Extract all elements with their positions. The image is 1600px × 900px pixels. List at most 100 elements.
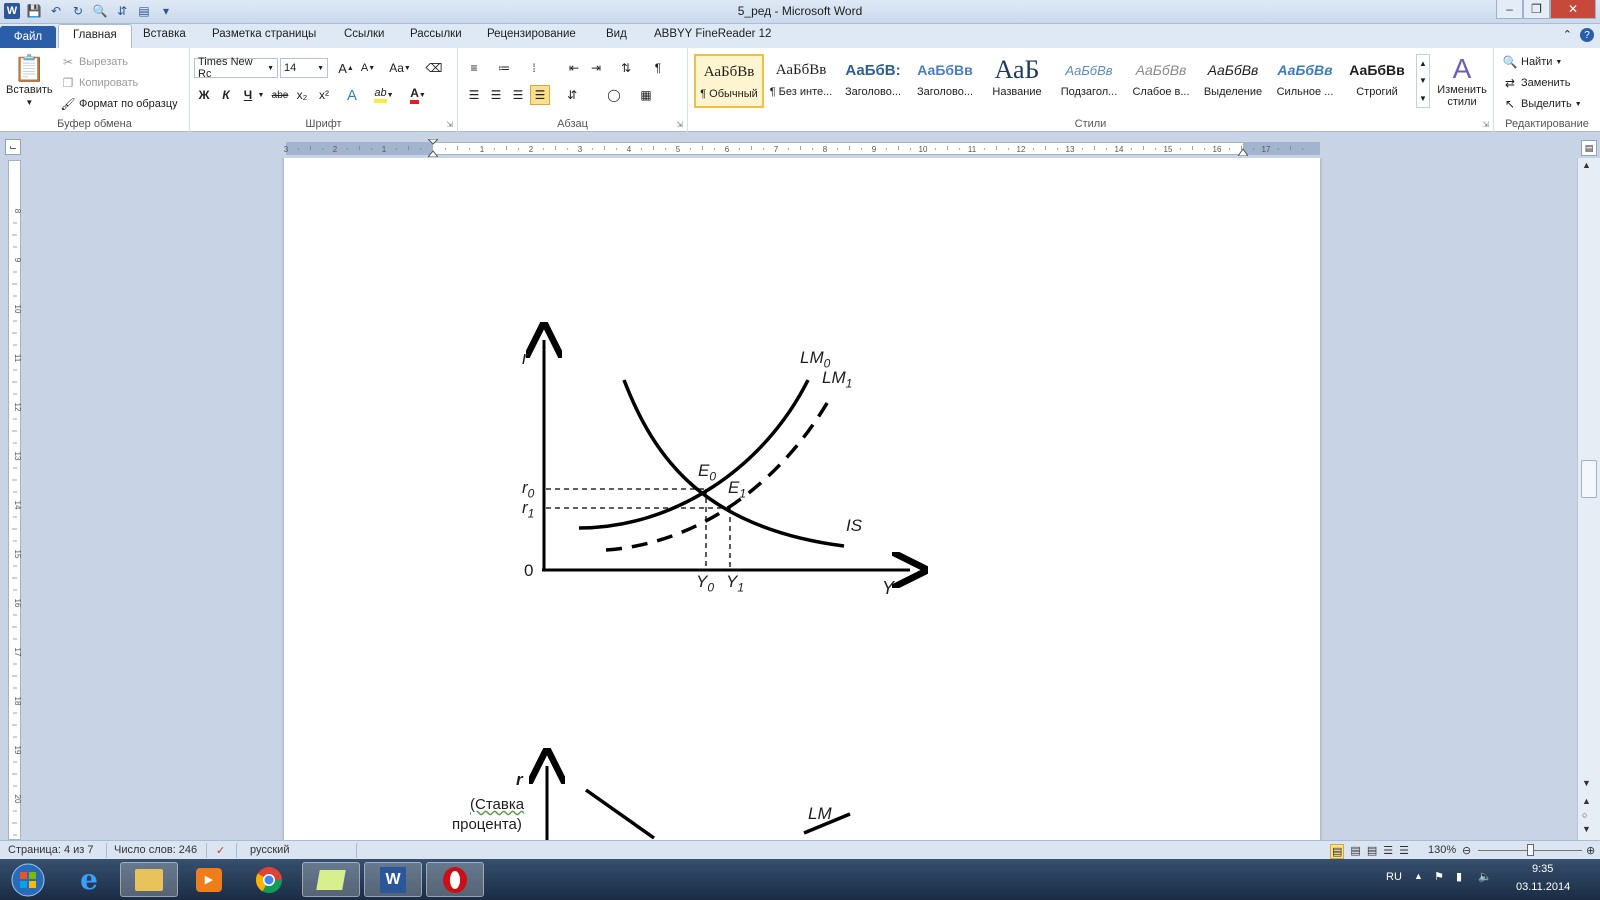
word-count[interactable]: Число слов: 246 [114,844,197,856]
draft-icon[interactable]: ☰ [1399,844,1409,859]
chevron-up-icon[interactable]: ▲ [1419,59,1427,68]
align-center-icon[interactable]: ☰ [486,85,506,105]
style-emphasis[interactable]: АаБбВв Выделение [1198,54,1268,108]
language-indicator[interactable]: русский [250,844,289,856]
bold-button[interactable]: Ж [194,85,214,105]
minimize-button[interactable]: – [1496,0,1523,19]
tab-references[interactable]: Ссылки [344,28,385,40]
zoom-out-icon[interactable]: ⊖ [1462,844,1471,857]
copy-button[interactable]: ❐ Копировать [60,75,139,91]
close-button[interactable]: ✕ [1550,0,1596,19]
style-heading-1[interactable]: АаБбВ: Заголово... [838,54,908,108]
browse-object-icon[interactable]: ○ [1582,810,1587,820]
zoom-slider-knob[interactable] [1527,844,1534,856]
tab-mailings[interactable]: Рассылки [410,28,462,40]
tab-abbyy[interactable]: ABBYY FineReader 12 [654,28,771,40]
scroll-up-icon[interactable]: ▲ [1582,160,1591,170]
vertical-scrollbar[interactable]: ▲ ▼ ▲ ○ ▼ [1577,158,1600,840]
multilevel-list-icon[interactable]: ⁞ [524,58,544,78]
language-tray[interactable]: RU [1386,871,1402,883]
view-ruler-icon[interactable]: ▤ [1581,140,1597,156]
tab-page-layout[interactable]: Разметка страницы [212,28,316,40]
font-color-icon[interactable]: A ▼ [404,85,432,105]
ie-icon[interactable]: e [60,862,118,897]
dialog-launcher-icon[interactable]: ⇲ [1482,120,1489,129]
text-effects-icon[interactable]: A [342,85,362,105]
dialog-launcher-icon[interactable]: ⇲ [446,120,453,129]
change-case-button[interactable]: Aa ▼ [386,58,414,78]
full-screen-icon[interactable]: ▤ [1350,844,1360,859]
tray-expand-icon[interactable]: ▲ [1414,871,1423,881]
next-page-icon[interactable]: ▼ [1582,824,1591,834]
align-right-icon[interactable]: ☰ [508,85,528,105]
zoom-in-icon[interactable]: ⊕ [1586,844,1595,857]
subscript-button[interactable]: x₂ [292,85,312,105]
minimize-ribbon-icon[interactable]: ⌃ [1563,28,1572,42]
indent-marker[interactable] [426,138,440,158]
pilcrow-icon[interactable]: ¶ [648,58,668,78]
explorer-icon[interactable] [120,862,178,897]
scroll-down-icon[interactable]: ▼ [1582,778,1591,788]
tab-view[interactable]: Вид [606,28,627,40]
style-no-spacing[interactable]: АаБбВв ¶ Без инте... [766,54,836,108]
clock-time[interactable]: 9:35 [1532,863,1553,875]
dialog-launcher-icon[interactable]: ⇲ [676,120,683,129]
increase-indent-icon[interactable]: ⇥ [586,58,606,78]
chevron-down-icon[interactable]: ▼ [1419,76,1427,85]
tab-file[interactable]: Файл [0,26,56,48]
tab-selector-icon[interactable]: ⌙ [5,139,21,155]
chrome-icon[interactable] [240,862,298,897]
vertical-ruler[interactable]: 8910111213141516171819202122 [8,160,22,840]
decrease-indent-icon[interactable]: ⇤ [564,58,584,78]
style-strong[interactable]: АаБбВв Строгий [1342,54,1412,108]
align-left-icon[interactable]: ☰ [464,85,484,105]
spellcheck-icon[interactable]: ✓ [216,844,225,857]
style-intense-emphasis[interactable]: АаБбВв Сильное ... [1270,54,1340,108]
cut-button[interactable]: ✂ Вырезать [60,54,128,70]
outline-icon[interactable]: ☰ [1383,844,1393,859]
help-icon[interactable]: ? [1580,28,1594,42]
right-indent-marker[interactable] [1237,146,1249,157]
clock-date[interactable]: 03.11.2014 [1516,881,1570,893]
strikethrough-button[interactable]: abe [270,85,290,105]
font-family-select[interactable]: Times New Rc ▼ [194,56,278,80]
document-page[interactable]: r Y 0 LM0 LM1 IS E0 E1 r0 r1 Y0 Y1 r (Ст… [284,158,1320,840]
media-player-icon[interactable]: ▶ [180,862,238,897]
highlight-icon[interactable]: ab ▼ [370,85,398,105]
replace-button[interactable]: ⇄ Заменить [1502,75,1570,91]
start-button[interactable] [2,862,54,897]
network-icon[interactable]: ▮ [1456,870,1462,883]
print-layout-icon[interactable]: ▤ [1330,844,1345,859]
style-title[interactable]: АаБ Название [982,54,1052,108]
paste-button[interactable]: 📋 Вставить ▼ [6,54,53,107]
grow-font-button[interactable]: A ▲ [336,58,356,78]
italic-button[interactable]: К [216,85,236,105]
horizontal-ruler[interactable]: 3 2 1 1 2 3 4 5 6 7 8 9 10 11 12 13 14 15 16 17 [0,132,1600,158]
clear-formatting-icon[interactable]: ⌫ [424,58,444,78]
tab-review[interactable]: Рецензирование [487,28,576,40]
underline-button[interactable]: Ч [238,85,258,105]
tab-insert[interactable]: Вставка [143,28,186,40]
styles-scroll[interactable]: ▲ ▼ ▼ [1416,54,1430,108]
justify-icon[interactable]: ☰ [530,85,550,105]
style-normal[interactable]: АаБбВв ¶ Обычный [694,54,764,108]
web-layout-icon[interactable]: ▤ [1367,844,1377,859]
document-area[interactable]: r Y 0 LM0 LM1 IS E0 E1 r0 r1 Y0 Y1 r (Ст… [22,158,1577,840]
format-painter-button[interactable]: 🖌 Формат по образцу [60,96,177,112]
opera-icon[interactable] [426,862,484,897]
find-button[interactable]: 🔍 Найти ▼ [1502,54,1563,70]
sticky-notes-icon[interactable] [302,862,360,897]
style-heading-2[interactable]: АаБбВв Заголово... [910,54,980,108]
select-button[interactable]: ↖ Выделить ▼ [1502,96,1582,112]
maximize-button[interactable]: ❐ [1523,0,1550,19]
shading-icon[interactable]: ◯ [604,85,624,105]
superscript-button[interactable]: x² [314,85,334,105]
word-taskbar-icon[interactable]: W [364,862,422,897]
scroll-thumb[interactable] [1581,460,1597,498]
change-styles-button[interactable]: A Изменить стили [1432,54,1492,109]
underline-dropdown-icon[interactable]: ▼ [256,85,266,105]
borders-icon[interactable]: ▦ [636,85,656,105]
volume-icon[interactable]: 🔈 [1478,870,1492,883]
more-styles-icon[interactable]: ▼ [1419,94,1427,103]
flag-icon[interactable]: ⚑ [1434,870,1444,883]
